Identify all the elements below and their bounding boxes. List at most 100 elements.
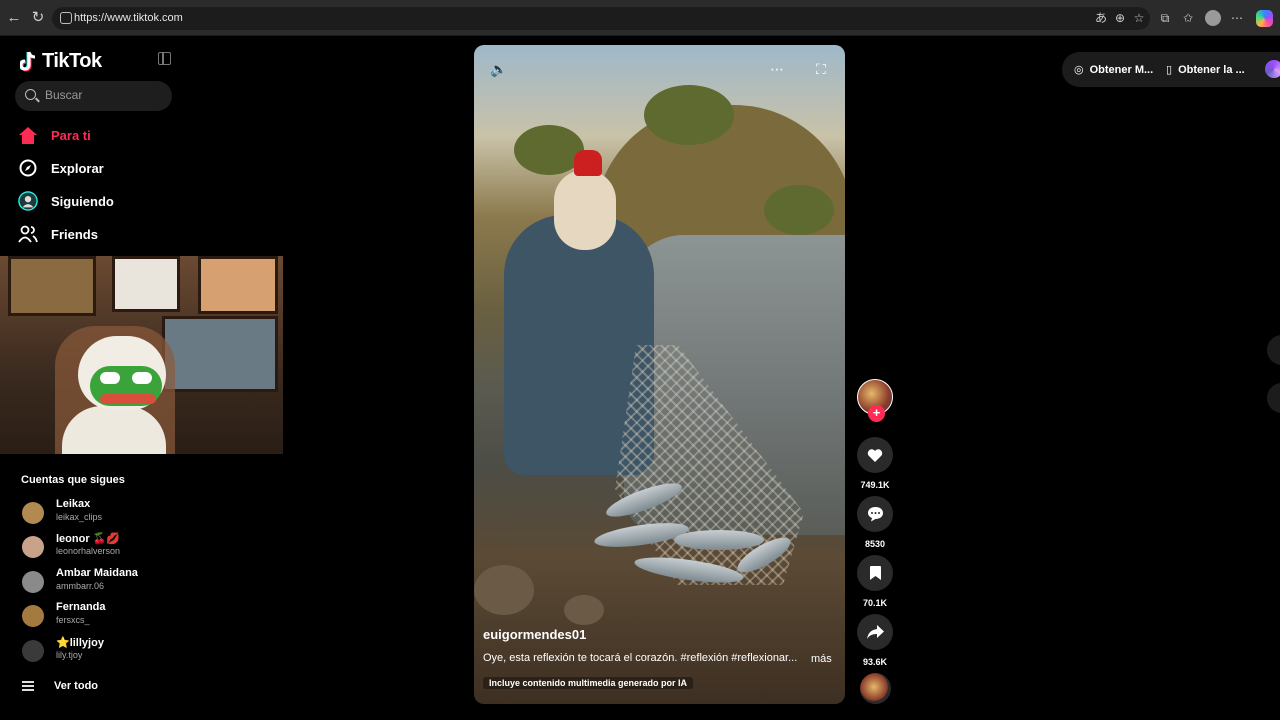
get-app-label-2: Obtener la ... <box>1178 63 1245 76</box>
url-text[interactable]: https://www.tiktok.com <box>74 12 183 24</box>
profile-avatar[interactable] <box>1205 10 1221 26</box>
fish <box>674 530 764 550</box>
back-icon[interactable]: ← <box>5 9 23 27</box>
volume-icon[interactable]: 🔈 <box>490 61 507 77</box>
nav-item-para-ti[interactable]: Para ti <box>18 122 91 148</box>
get-app-button-1[interactable]: ◎ Obtener M... <box>1074 63 1154 77</box>
account-name: Ambar Maidana <box>56 567 138 579</box>
fullscreen-icon[interactable]: ⛶ <box>816 61 826 77</box>
translate-icon[interactable]: あ <box>1094 11 1108 25</box>
more-menu-icon[interactable]: ⋯ <box>1230 11 1244 25</box>
avatar <box>22 536 44 558</box>
next-video-button[interactable] <box>1267 383 1280 413</box>
account-handle: leonorhalverson <box>56 546 121 556</box>
home-icon <box>18 125 38 145</box>
search-box[interactable] <box>15 81 172 111</box>
favorites-bar-icon[interactable]: ✩ <box>1181 11 1195 25</box>
get-app-button-2[interactable]: ▯ Obtener la ... <box>1166 63 1245 77</box>
avatar-mouth <box>100 394 156 404</box>
nav-label: Para ti <box>51 127 91 143</box>
more-options-icon[interactable]: ⋯ <box>770 61 784 77</box>
user-avatar[interactable] <box>1265 60 1280 78</box>
search-input[interactable] <box>45 88 165 102</box>
comment-icon[interactable] <box>857 496 893 532</box>
list-icon <box>22 681 34 691</box>
following-account[interactable]: ⭐lillyjoy lily.tjoy <box>22 636 272 666</box>
account-name: Leikax <box>56 498 91 510</box>
more-link[interactable]: más <box>811 653 832 665</box>
wall-picture <box>8 256 96 316</box>
bookmark-icon[interactable] <box>857 555 893 591</box>
rock <box>474 565 534 615</box>
collapse-sidebar-icon[interactable] <box>158 52 171 65</box>
rock <box>564 595 604 625</box>
account-handle: lily.tjoy <box>56 650 83 660</box>
video-tree <box>644 85 734 145</box>
music-disc-icon[interactable] <box>860 673 891 704</box>
tiktok-note-icon <box>20 51 36 71</box>
phone-icon: ▯ <box>1166 64 1173 76</box>
ai-generated-label: Incluye contenido multimedia generado po… <box>483 677 694 689</box>
compass-icon: ◎ <box>1074 64 1084 76</box>
extensions-icon[interactable]: ⧉ <box>1158 11 1172 25</box>
wall-picture <box>112 256 180 312</box>
avatar <box>22 605 44 627</box>
nav-item-friends[interactable]: Friends <box>18 221 98 247</box>
save-count: 70.1K <box>862 598 888 608</box>
video-tree <box>764 185 834 235</box>
see-all-link[interactable]: Ver todo <box>22 678 98 694</box>
account-name: ⭐lillyjoy <box>56 637 104 649</box>
previous-video-button[interactable] <box>1267 335 1280 365</box>
avatar <box>22 502 44 524</box>
sidebar: TikTok Para ti Explorar Siguiendo Friend… <box>0 36 285 720</box>
reload-icon[interactable]: ↻ <box>29 9 47 27</box>
logo-text: TikTok <box>42 50 102 72</box>
video-author[interactable]: euigormendes01 <box>483 627 586 642</box>
video-player[interactable]: 🔈 ⋯ ⛶ euigormendes01 Oye, esta reflexión… <box>474 45 845 704</box>
nav-item-explorar[interactable]: Explorar <box>18 155 104 181</box>
hen-head <box>554 170 616 250</box>
account-name: Fernanda <box>56 601 106 613</box>
site-info-icon[interactable] <box>60 12 72 24</box>
copilot-icon[interactable] <box>1256 10 1273 27</box>
follow-plus-icon[interactable]: + <box>868 405 885 422</box>
following-account[interactable]: Fernanda fersxcs_ <box>22 601 272 631</box>
heart-icon[interactable] <box>857 437 893 473</box>
video-description: Oye, esta reflexión te tocará el corazón… <box>483 652 798 664</box>
see-all-label: Ver todo <box>54 680 99 692</box>
favorite-icon[interactable]: ☆ <box>1132 11 1146 25</box>
share-icon[interactable] <box>857 614 893 650</box>
following-account[interactable]: leonor 🍒💋 leonorhalverson <box>22 532 272 562</box>
following-section-title: Cuentas que sigues <box>21 474 125 486</box>
friends-icon <box>18 224 38 244</box>
account-handle: fersxcs_ <box>56 615 90 625</box>
address-bar[interactable]: https://www.tiktok.com <box>52 7 1150 30</box>
following-account[interactable]: Ambar Maidana ammbarr.06 <box>22 567 272 597</box>
avatar-eye <box>132 372 152 384</box>
share-count: 93.6K <box>862 657 888 667</box>
nav-label: Siguiendo <box>51 193 114 209</box>
account-handle: ammbarr.06 <box>56 581 105 591</box>
hen-comb <box>574 150 602 176</box>
following-account[interactable]: Leikax leikax_clips <box>22 498 272 528</box>
search-icon <box>25 89 36 100</box>
nav-label: Friends <box>51 226 98 242</box>
account-name: leonor 🍒💋 <box>56 533 121 545</box>
avatar <box>22 571 44 593</box>
nav-item-siguiendo[interactable]: Siguiendo <box>18 188 114 214</box>
like-action[interactable]: 749.1K <box>857 437 893 490</box>
get-app-bar: ◎ Obtener M... ▯ Obtener la ... <box>1062 52 1280 87</box>
tiktok-logo[interactable]: TikTok <box>20 50 102 73</box>
get-app-label-1: Obtener M... <box>1089 63 1154 76</box>
following-icon <box>18 191 38 211</box>
browser-toolbar: ← ↻ https://www.tiktok.com あ ⊕ ☆ ⧉ ✩ ⋯ <box>0 0 1280 36</box>
nav-label: Explorar <box>51 160 104 176</box>
wall-picture <box>198 256 278 314</box>
wall-picture <box>162 316 278 392</box>
comment-action[interactable]: 8530 <box>857 496 893 549</box>
avatar-eye <box>100 372 120 384</box>
save-action[interactable]: 70.1K <box>857 555 893 608</box>
zoom-icon[interactable]: ⊕ <box>1113 11 1127 25</box>
like-count: 749.1K <box>860 480 890 490</box>
share-action[interactable]: 93.6K <box>857 614 893 667</box>
